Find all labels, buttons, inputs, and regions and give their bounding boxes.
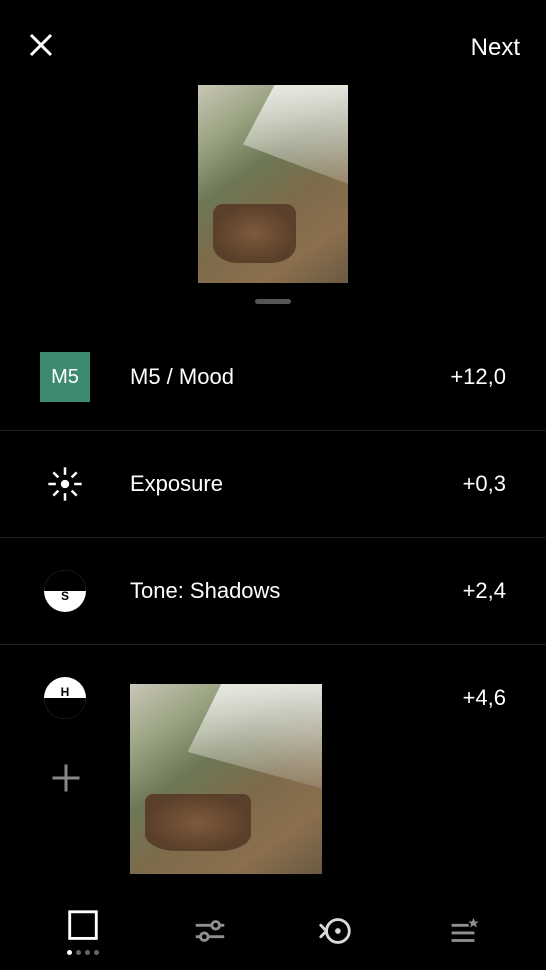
- close-icon[interactable]: [26, 30, 56, 65]
- edit-value: +12,0: [450, 364, 506, 390]
- tab-presets[interactable]: [64, 908, 102, 955]
- image-preview-area: [0, 85, 546, 291]
- next-button[interactable]: Next: [471, 34, 520, 62]
- tab-adjust[interactable]: [191, 912, 229, 950]
- edit-row-tone-shadows[interactable]: HS Tone: Shadows +2,4: [0, 538, 546, 645]
- edit-value: +4,6: [463, 685, 506, 711]
- add-edit-button[interactable]: [48, 760, 84, 801]
- edit-label: Tone: Shadows: [130, 578, 463, 604]
- tab-history[interactable]: [317, 912, 355, 950]
- header: Next: [0, 0, 546, 85]
- edit-row-exposure[interactable]: Exposure +0,3: [0, 431, 546, 538]
- edit-label: Exposure: [130, 471, 463, 497]
- edit-row-preset[interactable]: M5 M5 / Mood +12,0: [0, 324, 546, 431]
- overlay-thumbnail[interactable]: [130, 684, 322, 874]
- bottom-tab-bar: [0, 892, 546, 970]
- panel-drag-handle[interactable]: [0, 291, 546, 324]
- edit-value: +2,4: [463, 578, 506, 604]
- pagination-dots: [67, 950, 99, 955]
- edit-label: M5 / Mood: [130, 364, 450, 390]
- image-preview[interactable]: [198, 85, 348, 283]
- edit-value: +0,3: [463, 471, 506, 497]
- tone-shadows-icon: HS: [40, 566, 90, 616]
- preset-badge: M5: [40, 352, 90, 402]
- exposure-icon: [40, 459, 90, 509]
- tone-highlights-icon: HS: [40, 673, 90, 723]
- tab-recipes[interactable]: [444, 912, 482, 950]
